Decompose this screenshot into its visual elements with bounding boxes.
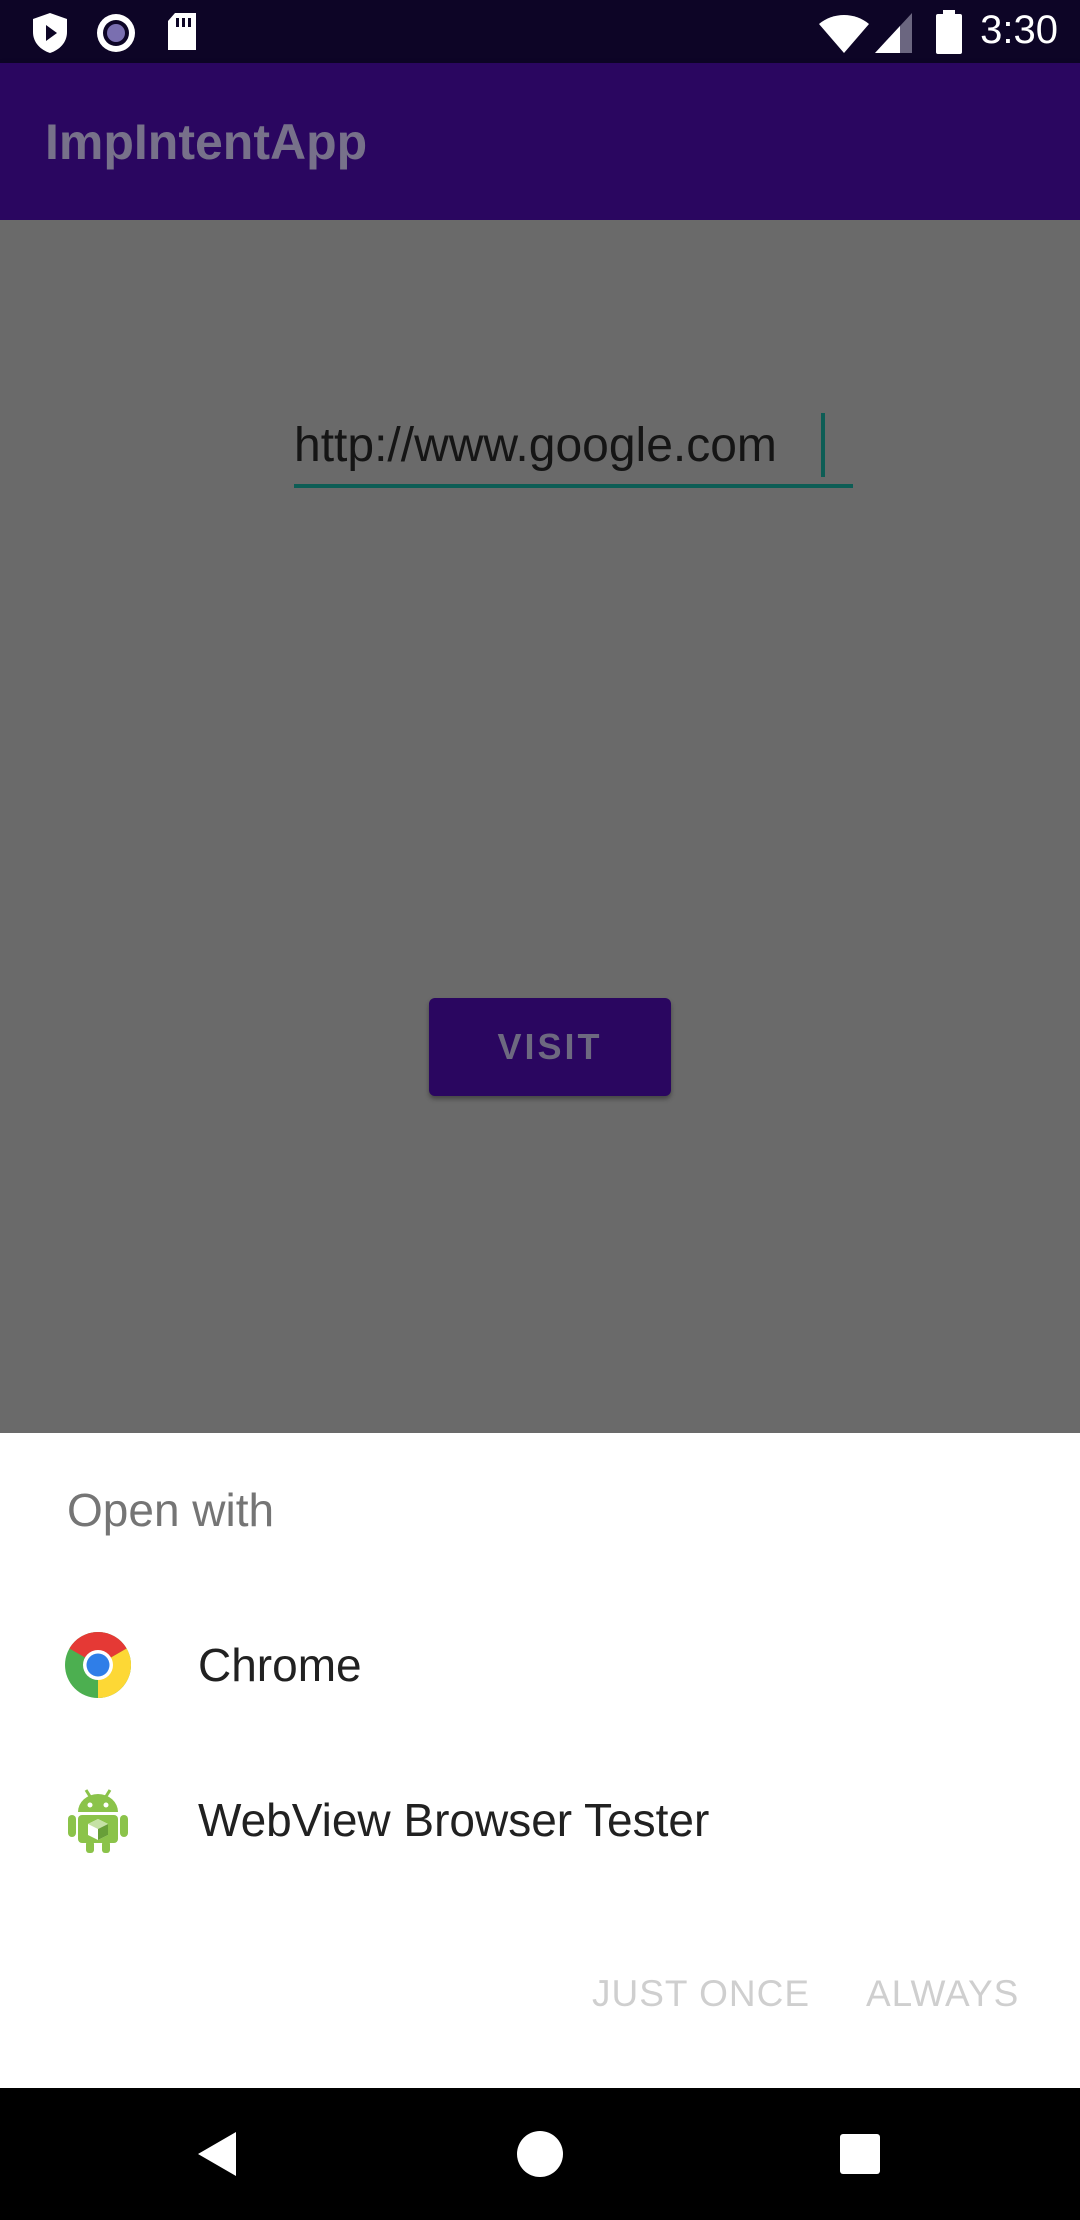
app-bar: ImpIntentApp — [0, 63, 1080, 220]
phone-screen: 3:30 ImpIntentApp VISIT Open with Chrome — [0, 0, 1080, 2220]
chrome-icon — [65, 1631, 132, 1698]
wifi-icon — [819, 15, 869, 53]
cell-signal-icon — [875, 13, 912, 53]
shield-play-icon — [33, 13, 67, 53]
recents-icon[interactable] — [830, 2124, 890, 2184]
battery-icon — [936, 10, 962, 54]
url-input-underline — [294, 484, 853, 488]
main-content: VISIT — [0, 220, 1080, 1433]
sd-card-icon — [168, 13, 196, 50]
just-once-button[interactable]: JUST ONCE — [592, 1973, 810, 2015]
record-circle-icon — [97, 14, 135, 52]
app-option-chrome[interactable]: Chrome — [0, 1588, 1080, 1743]
app-option-label: Chrome — [198, 1639, 362, 1691]
android-webview-icon — [68, 1789, 128, 1853]
text-cursor — [821, 413, 825, 477]
url-input[interactable] — [294, 410, 852, 480]
app-option-label: WebView Browser Tester — [198, 1794, 710, 1846]
open-with-sheet: Open with Chrome WebView Browser Tester … — [0, 1433, 1080, 2088]
navigation-bar — [0, 2088, 1080, 2220]
visit-button[interactable]: VISIT — [429, 998, 671, 1096]
status-bar: 3:30 — [0, 0, 1080, 63]
always-button[interactable]: ALWAYS — [866, 1973, 1019, 2015]
status-time: 3:30 — [980, 8, 1058, 52]
app-option-webview-browser-tester[interactable]: WebView Browser Tester — [0, 1743, 1080, 1898]
home-icon[interactable] — [510, 2124, 570, 2184]
app-title: ImpIntentApp — [45, 114, 368, 170]
sheet-title: Open with — [67, 1484, 275, 1536]
back-icon[interactable] — [190, 2124, 250, 2184]
